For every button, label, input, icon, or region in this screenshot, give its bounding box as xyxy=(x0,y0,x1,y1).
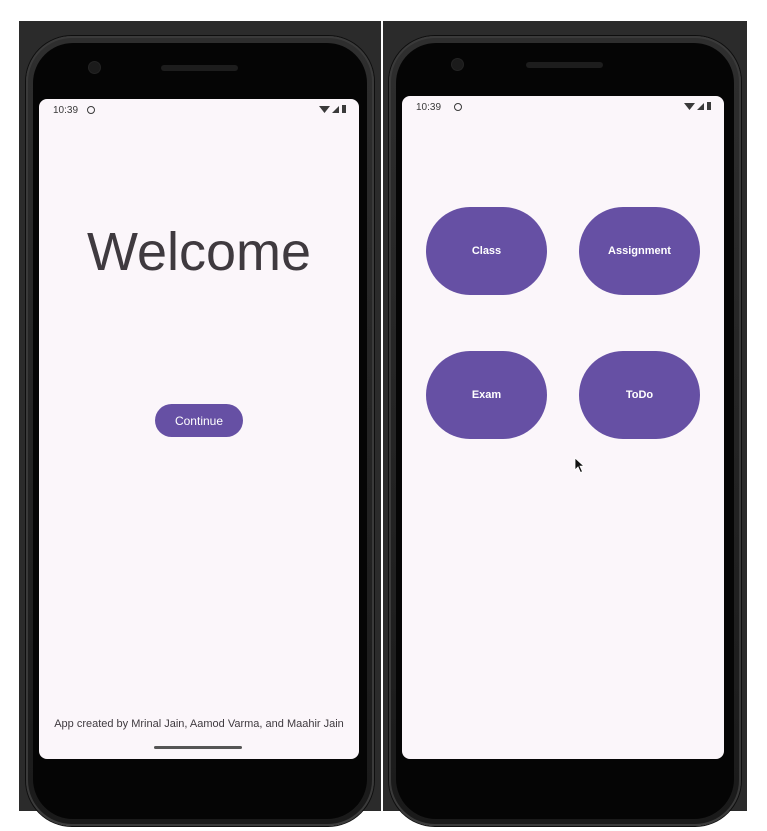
battery-icon xyxy=(707,102,711,110)
status-time: 10:39 xyxy=(416,102,442,113)
right-screen: 10:39 Class Assignment Exam ToDo xyxy=(402,96,724,759)
status-time: 10:39 xyxy=(53,105,79,116)
credits-text: App created by Mrinal Jain, Aamod Varma,… xyxy=(54,718,344,730)
left-screen: 10:39 Welcome Continue App created by Mr… xyxy=(39,99,359,759)
exam-button[interactable]: Exam xyxy=(426,351,547,439)
front-camera xyxy=(452,59,463,70)
todo-button[interactable]: ToDo xyxy=(579,351,700,439)
status-bar: 10:39 xyxy=(39,99,359,121)
wifi-icon xyxy=(684,103,695,110)
mouse-cursor-icon xyxy=(574,457,586,474)
battery-icon xyxy=(342,105,346,113)
signal-icon xyxy=(332,106,339,113)
front-camera xyxy=(89,62,100,73)
status-bar: 10:39 xyxy=(402,96,724,118)
continue-button[interactable]: Continue xyxy=(155,404,243,437)
status-icons xyxy=(319,105,346,113)
signal-icon xyxy=(697,103,704,110)
class-button[interactable]: Class xyxy=(426,207,547,295)
left-phone: 10:39 Welcome Continue App created by Mr… xyxy=(26,36,374,826)
assignment-button[interactable]: Assignment xyxy=(579,207,700,295)
wifi-icon xyxy=(319,106,330,113)
gear-icon xyxy=(87,106,95,114)
gesture-bar[interactable] xyxy=(154,746,242,749)
welcome-title: Welcome xyxy=(86,222,312,282)
status-icons xyxy=(684,102,711,110)
earpiece-speaker xyxy=(161,65,238,71)
right-phone: 10:39 Class Assignment Exam ToDo xyxy=(389,36,741,826)
earpiece-speaker xyxy=(526,62,603,68)
gear-icon xyxy=(454,103,462,111)
